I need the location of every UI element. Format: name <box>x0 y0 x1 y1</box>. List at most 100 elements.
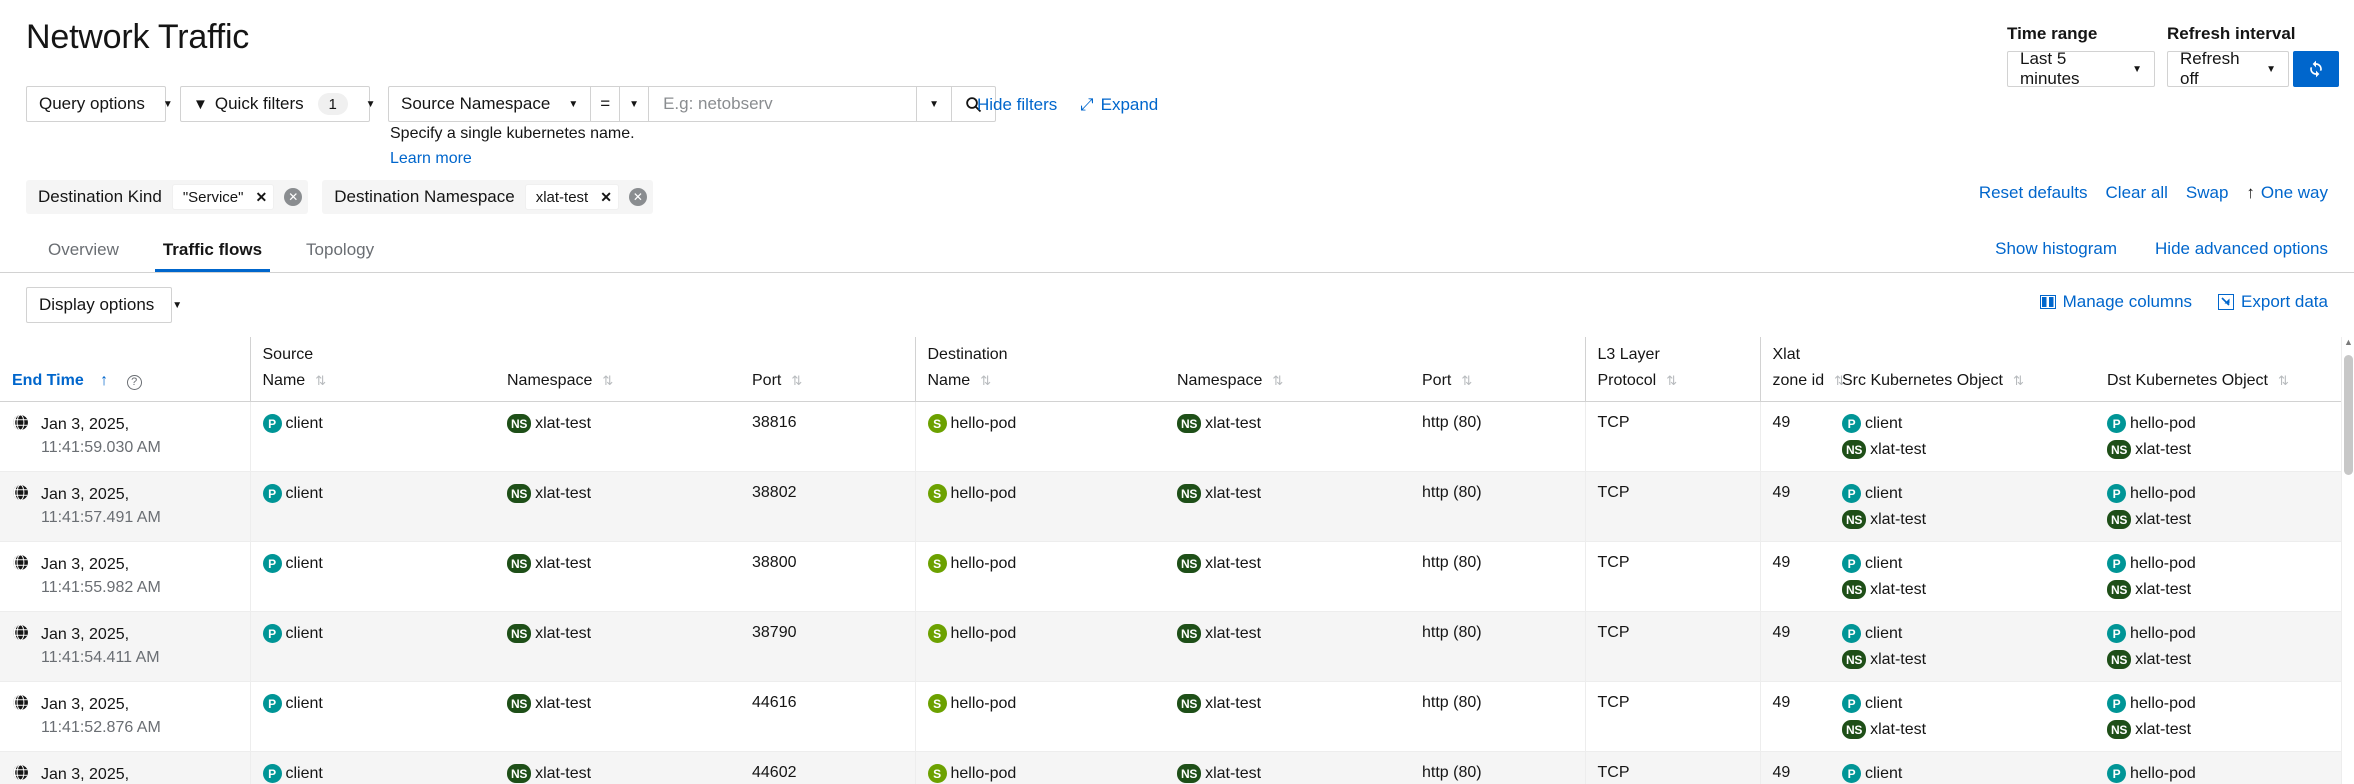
chip-value[interactable]: xlat-test ✕ <box>524 184 619 210</box>
cell-protocol: TCP <box>1584 751 1760 784</box>
refresh-interval-label: Refresh interval <box>2167 24 2296 43</box>
dst-object-namespace: NS xlat-test <box>2107 720 2354 739</box>
time-range-select[interactable]: Last 5 minutes ▼ <box>2007 49 2155 88</box>
manage-columns-link[interactable]: Manage columns <box>2039 292 2192 312</box>
cell-dst-k8s-object: Phello-podNSxlat-test <box>2095 751 2354 784</box>
table-row[interactable]: Jan 3, 2025, 11:41:55.982 AM Pclient NS xlat… <box>0 541 2354 612</box>
refresh-button[interactable] <box>2293 51 2339 87</box>
cell-protocol: TCP <box>1584 401 1760 472</box>
chip-value[interactable]: "Service" ✕ <box>171 184 275 210</box>
src-object-name: Pclient <box>1842 484 2095 503</box>
table-row[interactable]: Jan 3, 2025, 11:41:52.876 AM Pclient NS xlat… <box>0 681 2354 752</box>
col-src-namespace[interactable]: Namespace ⇅ <box>495 368 740 402</box>
kind-badge-ns-icon: NS <box>507 554 532 573</box>
chevron-down-icon: ▼ <box>2266 63 2276 75</box>
src-namespace-text: xlat-test <box>535 414 592 432</box>
group-source: Source <box>249 337 915 368</box>
cell-protocol: TCP <box>1584 611 1760 682</box>
export-data-link[interactable]: Export data <box>2218 292 2328 312</box>
dst-name-text: hello-pod <box>950 624 1017 642</box>
scrollbar-thumb[interactable] <box>2344 355 2353 475</box>
filter-value-input[interactable] <box>661 93 905 115</box>
help-icon[interactable]: ? <box>126 375 142 390</box>
close-icon[interactable]: ✕ <box>255 189 267 206</box>
src-object-name-text: client <box>1865 484 1903 502</box>
end-time-date: Jan 3, 2025, <box>41 416 130 433</box>
clear-chip-group-icon[interactable]: ✕ <box>628 188 647 206</box>
table-row[interactable]: Jan 3, 2025, 11:41:59.030 AM Pclient NS xlat… <box>0 401 2354 472</box>
display-options-dropdown[interactable]: Display options ▼ <box>26 287 182 323</box>
col-src-k8s-object[interactable]: Src Kubernetes Object ⇅ <box>1830 368 2095 402</box>
tabs-divider <box>0 272 2354 273</box>
kind-badge-ns-icon: NS <box>1177 484 1202 503</box>
col-dst-port[interactable]: Port ⇅ <box>1410 368 1585 402</box>
kind-badge-ns-icon: NS <box>1842 650 1867 669</box>
cell-dst-port: http (80) <box>1410 611 1585 682</box>
kind-badge-ns-icon: NS <box>2107 510 2132 529</box>
expand-label: Expand <box>1100 95 1159 114</box>
table-row[interactable]: Jan 3, 2025, 11:41:54.411 AM Pclient NS xlat… <box>0 611 2354 682</box>
filter-field-select[interactable]: Source Namespace ▼ <box>389 87 592 121</box>
cell-src-port: 44602 <box>740 751 915 784</box>
col-end-time[interactable]: End Time ↑ ? <box>0 368 250 402</box>
table-row[interactable]: Jan 3, 2025, 11:41:57.491 AM Pclient NS xlat… <box>0 471 2354 542</box>
quick-filters-dropdown[interactable]: ▼ Quick filters 1 ▼ <box>180 86 376 122</box>
scroll-up-arrow-icon[interactable]: ▲ <box>2344 337 2353 347</box>
src-name: Pclient <box>262 554 496 573</box>
network-traffic-page: Network Traffic Time range Last 5 minute… <box>0 0 2354 784</box>
hide-advanced-options-link[interactable]: Hide advanced options <box>2155 239 2328 259</box>
col-src-k8s-object-label: Src Kubernetes Object <box>1842 372 2003 389</box>
query-options-dropdown[interactable]: Query options ▼ <box>26 86 173 122</box>
dst-object-name: Phello-pod <box>2107 764 2354 783</box>
show-histogram-link[interactable]: Show histogram <box>1995 239 2117 259</box>
col-src-port[interactable]: Port ⇅ <box>740 368 915 402</box>
dst-object-namespace: NS xlat-test <box>2107 510 2354 529</box>
dst-object-namespace-text: xlat-test <box>2135 720 2192 738</box>
col-zone-id[interactable]: zone id ⇅ <box>1759 368 1845 402</box>
refresh-icon <box>2310 60 2322 78</box>
tab-topology[interactable]: Topology <box>284 230 396 272</box>
dst-object-namespace: NS xlat-test <box>2107 440 2354 459</box>
filter-operator-dropdown[interactable]: ▼ <box>620 87 650 121</box>
clear-chip-group-icon[interactable]: ✕ <box>284 188 303 206</box>
sort-icon: ⇅ <box>2012 373 2024 388</box>
cell-src-namespace: NS xlat-test <box>495 681 740 752</box>
refresh-interval-select[interactable]: Refresh off ▼ <box>2167 49 2289 88</box>
hide-filters-link[interactable]: Hide filters <box>977 95 1057 115</box>
columns-icon <box>2039 295 2056 309</box>
chevron-down-icon: ▼ <box>162 98 173 110</box>
expand-icon: ⤢ <box>1080 95 1094 114</box>
vertical-scrollbar[interactable]: ▲ <box>2341 337 2354 784</box>
dst-namespace-text: xlat-test <box>1205 624 1262 642</box>
filter-value-dropdown[interactable]: ▼ <box>917 87 952 121</box>
src-object-name-text: client <box>1865 414 1903 432</box>
dst-namespace: NS xlat-test <box>1177 414 1410 433</box>
dst-object-namespace-text: xlat-test <box>2135 650 2192 668</box>
one-way-link[interactable]: ↑ One way <box>2246 183 2328 203</box>
col-protocol[interactable]: Protocol ⇅ <box>1584 368 1760 402</box>
tab-overview[interactable]: Overview <box>26 230 141 272</box>
col-dst-name[interactable]: Name ⇅ <box>914 368 1165 402</box>
src-object-name-text: client <box>1865 694 1903 712</box>
flow-direction-globe-icon <box>12 484 29 501</box>
tab-traffic-flows[interactable]: Traffic flows <box>141 230 284 272</box>
cell-dst-namespace: NS xlat-test <box>1165 471 1410 542</box>
src-namespace: NS xlat-test <box>507 694 740 713</box>
col-src-name[interactable]: Name ⇅ <box>249 368 495 402</box>
table-row[interactable]: Jan 3, 2025,11:41:51.323 AMPclientNSxlat… <box>0 751 2354 784</box>
clear-all-link[interactable]: Clear all <box>2106 183 2168 203</box>
dst-object-name-text: hello-pod <box>2130 554 2196 572</box>
swap-link[interactable]: Swap <box>2186 183 2229 203</box>
cell-dst-name: Shello-pod <box>914 541 1165 612</box>
expand-link[interactable]: ⤢ Expand <box>1080 95 1158 115</box>
cell-dst-k8s-object: Phello-podNSxlat-test <box>2095 471 2354 542</box>
learn-more-link[interactable]: Learn more <box>390 150 472 168</box>
dst-name-text: hello-pod <box>950 414 1017 432</box>
quick-filters-count: 1 <box>317 93 348 115</box>
close-icon[interactable]: ✕ <box>600 189 612 206</box>
col-dst-k8s-object[interactable]: Dst Kubernetes Object ⇅ <box>2095 368 2354 402</box>
reset-defaults-link[interactable]: Reset defaults <box>1979 183 2088 203</box>
kind-badge-ns-icon: NS <box>1177 624 1202 643</box>
col-dst-k8s-object-label: Dst Kubernetes Object <box>2107 372 2268 389</box>
col-dst-namespace[interactable]: Namespace ⇅ <box>1165 368 1410 402</box>
